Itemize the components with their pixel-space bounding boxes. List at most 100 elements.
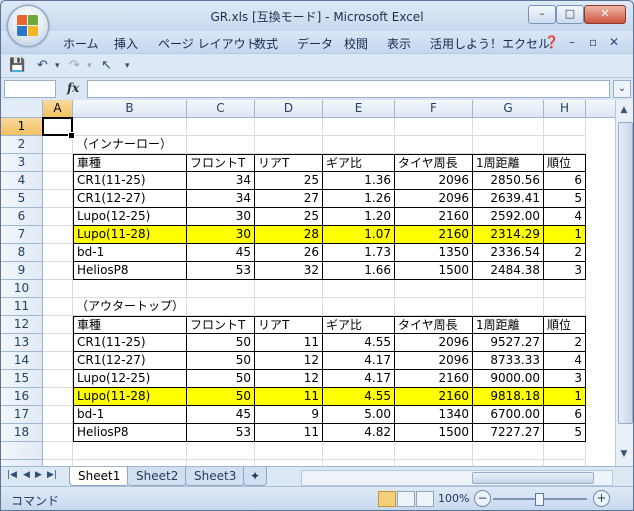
tab-home[interactable]: ホーム [63, 35, 99, 52]
row-header-7[interactable]: 7 [1, 226, 43, 244]
tab-excel-tips[interactable]: 活用しよう！エクセル [430, 35, 550, 52]
table-header-cell[interactable]: 1周距離 [473, 316, 544, 334]
sheet-tab-sheet3[interactable]: Sheet3 [185, 467, 246, 486]
table-cell-value[interactable]: 6700.00 [473, 406, 544, 424]
vertical-scroll-thumb[interactable] [618, 122, 633, 424]
table-cell-value[interactable]: 9000.00 [473, 370, 544, 388]
empty-cell[interactable] [187, 298, 255, 316]
empty-cell[interactable] [255, 280, 323, 298]
next-sheet-icon[interactable]: ▶ [35, 470, 42, 480]
table-cell-value[interactable]: 2096 [395, 352, 473, 370]
row-header-15[interactable]: 15 [1, 370, 43, 388]
column-header-h[interactable]: H [544, 100, 586, 118]
table-cell-value[interactable]: 4.17 [323, 370, 395, 388]
table-cell-value[interactable]: 5 [544, 190, 586, 208]
column-header-a[interactable]: A [43, 100, 73, 118]
scroll-down-icon[interactable]: ▼ [616, 446, 632, 462]
tab-formulas[interactable]: 数式 [254, 35, 278, 52]
tab-page-layout[interactable]: ページ レイアウト [158, 35, 258, 52]
empty-cell[interactable] [395, 442, 473, 460]
formula-input[interactable] [87, 80, 610, 98]
empty-cell[interactable] [73, 118, 187, 136]
empty-cell[interactable] [395, 298, 473, 316]
table-cell-model[interactable]: HeliosP8 [73, 262, 187, 280]
empty-cell[interactable] [187, 280, 255, 298]
table-cell-value[interactable]: 25 [255, 208, 323, 226]
table-cell-model[interactable]: Lupo(11-28) [73, 388, 187, 406]
empty-cell[interactable] [43, 226, 73, 244]
empty-cell[interactable] [255, 136, 323, 154]
table-cell-value[interactable]: 2160 [395, 388, 473, 406]
table-cell-value[interactable]: 2639.41 [473, 190, 544, 208]
table-cell-model[interactable]: HeliosP8 [73, 424, 187, 442]
table-cell-value[interactable]: 1.07 [323, 226, 395, 244]
insert-sheet-icon[interactable]: ✦ [243, 467, 268, 486]
table-header-cell[interactable]: ギア比 [323, 154, 395, 172]
zoom-slider-knob[interactable] [535, 493, 544, 506]
table-cell-value[interactable]: 27 [255, 190, 323, 208]
table-cell-value[interactable]: 50 [187, 334, 255, 352]
empty-cell[interactable] [43, 316, 73, 334]
office-button[interactable] [7, 5, 49, 47]
table-cell-value[interactable]: 4 [544, 208, 586, 226]
table-cell-value[interactable]: 50 [187, 370, 255, 388]
table-cell-value[interactable]: 32 [255, 262, 323, 280]
table-cell-value[interactable]: 11 [255, 424, 323, 442]
empty-cell[interactable] [43, 424, 73, 442]
empty-cell[interactable] [43, 262, 73, 280]
page-break-view-icon[interactable] [416, 491, 434, 507]
table-cell-value[interactable]: 4.82 [323, 424, 395, 442]
name-box[interactable] [4, 80, 56, 98]
vertical-scrollbar[interactable]: ▲ ▼ [615, 100, 633, 466]
customize-qat-icon[interactable]: ▾ [125, 61, 130, 71]
empty-cell[interactable] [43, 172, 73, 190]
zoom-out-icon[interactable]: − [474, 490, 491, 507]
table-header-cell[interactable]: リアT [255, 154, 323, 172]
empty-cell[interactable] [473, 280, 544, 298]
empty-cell[interactable] [73, 280, 187, 298]
table-cell-value[interactable]: 2850.56 [473, 172, 544, 190]
table-cell-value[interactable]: 9818.18 [473, 388, 544, 406]
row-header-14[interactable]: 14 [1, 352, 43, 370]
table-cell-value[interactable]: 34 [187, 172, 255, 190]
table-cell-value[interactable]: 1 [544, 388, 586, 406]
table-cell-value[interactable]: 2336.54 [473, 244, 544, 262]
tab-review[interactable]: 校閲 [344, 35, 368, 52]
empty-cell[interactable] [544, 442, 586, 460]
table-header-cell[interactable]: フロントT [187, 154, 255, 172]
empty-cell[interactable] [255, 298, 323, 316]
table-cell-model[interactable]: CR1(11-25) [73, 334, 187, 352]
table-cell-value[interactable]: 4.55 [323, 334, 395, 352]
scroll-up-icon[interactable]: ▲ [616, 102, 632, 118]
column-header-f[interactable]: F [395, 100, 473, 118]
table-cell-value[interactable]: 4.17 [323, 352, 395, 370]
table-cell-value[interactable]: 1350 [395, 244, 473, 262]
row-header-1[interactable]: 1 [1, 118, 43, 136]
table-cell-value[interactable]: 4.55 [323, 388, 395, 406]
empty-cell[interactable] [43, 370, 73, 388]
ribbon-restore-icon[interactable]: ▫ [589, 35, 597, 49]
first-sheet-icon[interactable]: |◀ [7, 470, 17, 480]
table-cell-model[interactable]: CR1(12-27) [73, 352, 187, 370]
table-cell-value[interactable]: 26 [255, 244, 323, 262]
empty-cell[interactable] [255, 442, 323, 460]
table-header-cell[interactable]: ギア比 [323, 316, 395, 334]
table-cell-value[interactable]: 1500 [395, 262, 473, 280]
column-header-g[interactable]: G [473, 100, 544, 118]
table-cell-value[interactable]: 1.66 [323, 262, 395, 280]
row-header-17[interactable]: 17 [1, 406, 43, 424]
table-cell-value[interactable]: 50 [187, 388, 255, 406]
zoom-in-icon[interactable]: + [593, 490, 610, 507]
ribbon-close-icon[interactable]: ✕ [609, 35, 619, 49]
row-header-2[interactable]: 2 [1, 136, 43, 154]
table-cell-model[interactable]: Lupo(12-25) [73, 370, 187, 388]
table-cell-value[interactable]: 12 [255, 370, 323, 388]
table-cell-model[interactable]: bd-1 [73, 244, 187, 262]
select-all-corner[interactable] [1, 100, 43, 118]
table-cell-value[interactable]: 11 [255, 388, 323, 406]
table-header-cell[interactable]: タイヤ周長 [395, 316, 473, 334]
ribbon-minimize-icon[interactable]: – [569, 35, 575, 49]
table-cell-value[interactable]: 6 [544, 172, 586, 190]
table-cell-value[interactable]: 2314.29 [473, 226, 544, 244]
last-sheet-icon[interactable]: ▶| [47, 470, 57, 480]
